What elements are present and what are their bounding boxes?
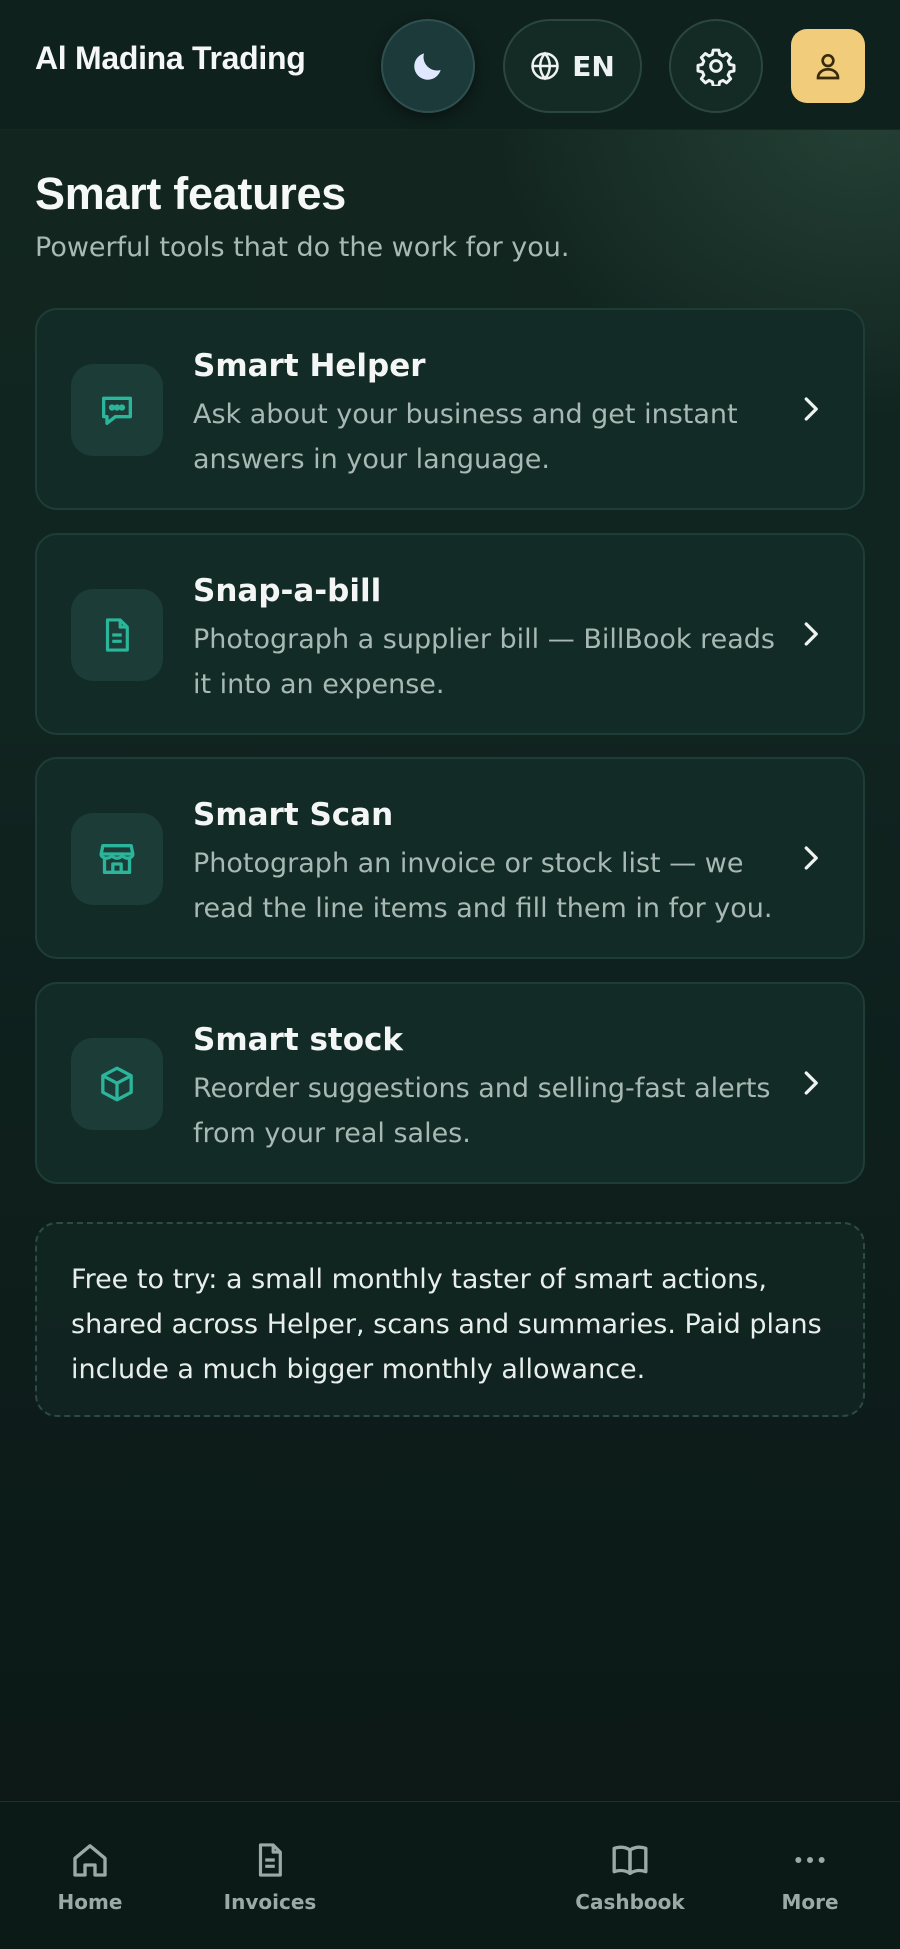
feature-title: Smart stock <box>193 1022 404 1058</box>
feature-title: Snap-a-bill <box>193 573 382 609</box>
nav-label: Cashbook <box>575 1890 685 1914</box>
feature-card-smart-stock[interactable]: Smart stock Reorder suggestions and sell… <box>35 982 865 1184</box>
nav-label: More <box>781 1890 839 1914</box>
feature-icon-tile <box>71 589 163 681</box>
document-icon <box>258 1843 282 1877</box>
language-button[interactable]: EN <box>503 19 642 113</box>
globe-icon <box>531 51 559 81</box>
store-icon <box>99 844 135 874</box>
feature-title: Smart Scan <box>193 797 394 833</box>
chevron-right-icon <box>804 1071 818 1095</box>
gear-icon <box>696 48 736 86</box>
language-label: EN <box>572 49 615 83</box>
nav-item-cashbook[interactable]: Cashbook <box>550 1802 710 1949</box>
feature-title: Smart Helper <box>193 348 426 384</box>
box-icon <box>101 1066 133 1102</box>
feature-card-smart-scan[interactable]: Smart Scan Photograph an invoice or stoc… <box>35 757 865 959</box>
settings-button[interactable] <box>669 19 763 113</box>
home-icon <box>73 1844 107 1877</box>
chevron-right-icon <box>804 397 818 421</box>
feature-description: Photograph an invoice or stock list — we… <box>193 848 773 924</box>
nav-item-more[interactable]: More <box>730 1802 890 1949</box>
feature-description: Reorder suggestions and selling-fast ale… <box>193 1073 771 1149</box>
feature-description: Ask about your business and get instant … <box>193 399 738 475</box>
feature-card-snap-a-bill[interactable]: Snap-a-bill Photograph a supplier bill —… <box>35 533 865 735</box>
moon-icon <box>414 53 441 80</box>
nav-item-invoices[interactable]: Invoices <box>190 1802 350 1949</box>
free-trial-note: Free to try: a small monthly taster of s… <box>35 1222 865 1417</box>
chevron-right-icon <box>804 622 818 646</box>
page-title: Smart features <box>35 168 346 219</box>
app-header: Al Madina Trading EN <box>0 0 900 130</box>
feature-icon-tile <box>71 364 163 456</box>
nav-label: Home <box>57 1890 123 1914</box>
chat-bubble-icon <box>102 396 132 425</box>
nav-label: Invoices <box>223 1890 317 1914</box>
smart-features-screen: Al Madina Trading EN Smart features Powe… <box>0 0 900 1949</box>
nav-item-home[interactable]: Home <box>10 1802 170 1949</box>
profile-button[interactable] <box>791 29 865 103</box>
user-icon <box>816 54 840 80</box>
page-subtitle: Powerful tools that do the work for you. <box>35 232 570 263</box>
more-dots-icon <box>795 1857 825 1863</box>
document-icon <box>105 618 129 652</box>
book-icon <box>612 1845 648 1875</box>
theme-toggle-button[interactable] <box>381 19 475 113</box>
free-trial-note-text: Free to try: a small monthly taster of s… <box>71 1264 822 1385</box>
chevron-right-icon <box>804 846 818 870</box>
business-name: Al Madina Trading <box>35 40 306 76</box>
feature-card-smart-helper[interactable]: Smart Helper Ask about your business and… <box>35 308 865 510</box>
feature-description: Photograph a supplier bill — BillBook re… <box>193 624 776 700</box>
feature-icon-tile <box>71 813 163 905</box>
bottom-navigation: Home Invoices Cashbook More <box>0 1801 900 1949</box>
feature-icon-tile <box>71 1038 163 1130</box>
